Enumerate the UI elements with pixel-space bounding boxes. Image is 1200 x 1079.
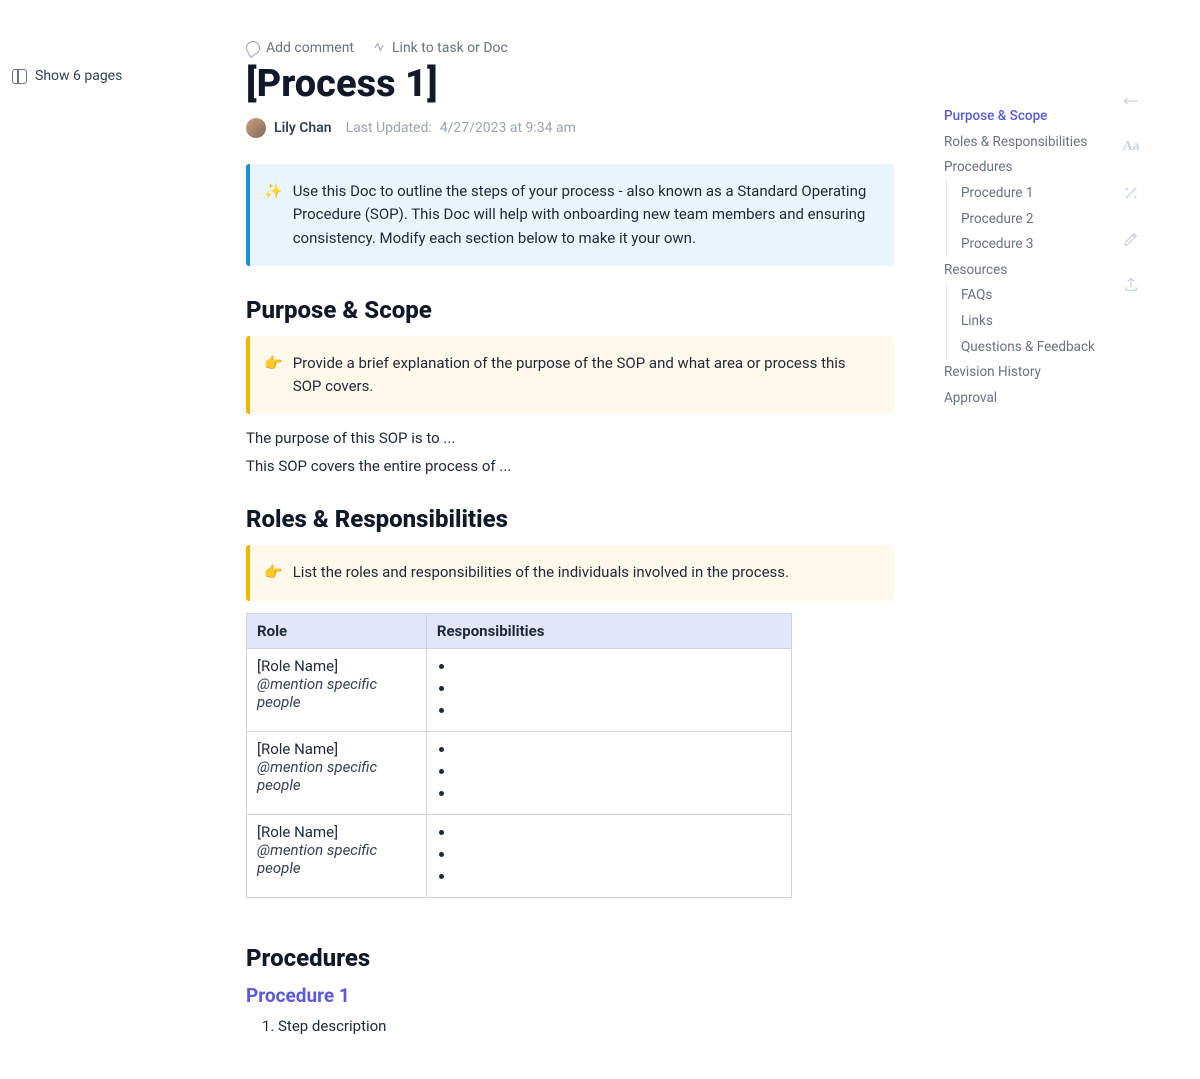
doc-actions: Add comment Link to task or Doc (246, 40, 894, 56)
role-mention: @mention specific people (257, 675, 377, 711)
table-row[interactable]: [Role Name] @mention specific people (247, 731, 792, 814)
role-mention: @mention specific people (257, 841, 377, 877)
role-name: [Role Name] (257, 657, 416, 675)
intro-callout-text: Use this Doc to outline the steps of you… (293, 180, 874, 250)
roles-callout-text: List the roles and responsibilities of t… (293, 561, 789, 584)
comment-icon (246, 41, 260, 55)
show-pages-toggle[interactable]: Show 6 pages (12, 68, 122, 84)
page-title[interactable]: [Process 1] (246, 62, 894, 106)
updated-label: Last Updated: (346, 120, 432, 136)
table-row[interactable]: [Role Name] @mention specific people (247, 648, 792, 731)
outline-item-resources[interactable]: Resources (944, 258, 1104, 284)
avatar[interactable] (246, 118, 266, 138)
outline-item-procedure-1[interactable]: Procedure 1 (961, 181, 1104, 207)
link-icon (372, 41, 386, 55)
step-item[interactable]: Step description (278, 1015, 894, 1037)
roles-table[interactable]: Role Responsibilities [Role Name] @menti… (246, 613, 792, 898)
outline-item-links[interactable]: Links (961, 309, 1104, 335)
outline-item-procedures[interactable]: Procedures (944, 155, 1104, 181)
procedure-1-steps[interactable]: Step description (246, 1015, 894, 1037)
pointing-icon: 👉 (264, 352, 283, 399)
intro-callout[interactable]: ✨ Use this Doc to outline the steps of y… (246, 164, 894, 266)
share-icon[interactable] (1122, 276, 1140, 294)
side-toolbar: Aa (1122, 92, 1140, 294)
roles-col-role: Role (247, 613, 427, 648)
purpose-body-1[interactable]: The purpose of this SOP is to ... (246, 426, 894, 452)
updated-value: 4/27/2023 at 9:34 am (440, 120, 576, 136)
show-pages-label: Show 6 pages (35, 68, 122, 84)
purpose-callout-text: Provide a brief explanation of the purpo… (293, 352, 874, 399)
document-outline: Purpose & Scope Roles & Responsibilities… (944, 104, 1104, 412)
document-main: Add comment Link to task or Doc [Process… (246, 40, 894, 1037)
outline-item-procedure-3[interactable]: Procedure 3 (961, 232, 1104, 258)
outline-item-approval[interactable]: Approval (944, 386, 1104, 412)
edit-icon[interactable] (1122, 230, 1140, 248)
link-task-button[interactable]: Link to task or Doc (372, 40, 508, 56)
roles-callout[interactable]: 👉 List the roles and responsibilities of… (246, 545, 894, 600)
procedures-heading[interactable]: Procedures (246, 944, 894, 972)
author-name[interactable]: Lily Chan (274, 120, 332, 136)
add-comment-button[interactable]: Add comment (246, 40, 354, 56)
procedure-1-heading[interactable]: Procedure 1 (246, 984, 894, 1007)
role-name: [Role Name] (257, 740, 416, 758)
purpose-body-2[interactable]: This SOP covers the entire process of ..… (246, 454, 894, 480)
outline-item-roles[interactable]: Roles & Responsibilities (944, 130, 1104, 156)
link-task-label: Link to task or Doc (392, 40, 508, 56)
roles-col-resp: Responsibilities (426, 613, 791, 648)
byline: Lily Chan Last Updated: 4/27/2023 at 9:3… (246, 118, 894, 138)
outline-item-faqs[interactable]: FAQs (961, 283, 1104, 309)
purpose-callout[interactable]: 👉 Provide a brief explanation of the pur… (246, 336, 894, 415)
outline-item-procedure-2[interactable]: Procedure 2 (961, 207, 1104, 233)
outline-item-revision[interactable]: Revision History (944, 360, 1104, 386)
purpose-heading[interactable]: Purpose & Scope (246, 296, 894, 324)
add-comment-label: Add comment (266, 40, 354, 56)
roles-heading[interactable]: Roles & Responsibilities (246, 505, 894, 533)
magic-icon[interactable] (1122, 184, 1140, 202)
outline-item-questions[interactable]: Questions & Feedback (961, 335, 1104, 361)
role-name: [Role Name] (257, 823, 416, 841)
outline-item-purpose[interactable]: Purpose & Scope (944, 104, 1104, 130)
sparkle-icon: ✨ (264, 180, 283, 250)
pointing-icon: 👉 (264, 561, 283, 584)
role-mention: @mention specific people (257, 758, 377, 794)
table-row[interactable]: [Role Name] @mention specific people (247, 814, 792, 897)
typography-icon[interactable]: Aa (1122, 138, 1140, 156)
panel-icon (12, 69, 27, 84)
width-icon[interactable] (1122, 92, 1140, 110)
